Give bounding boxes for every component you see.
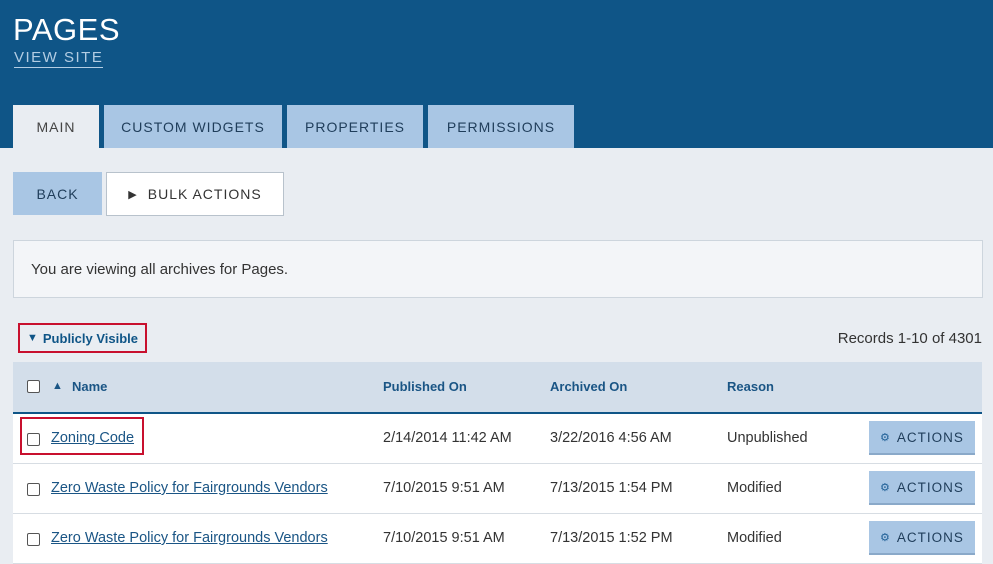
row-published-on: 7/10/2015 9:51 AM	[383, 480, 505, 496]
row-archived-on: 7/13/2015 1:54 PM	[550, 480, 673, 496]
row-actions-button[interactable]: ⚙ ACTIONS	[869, 471, 975, 505]
tab-main[interactable]: MAIN	[13, 105, 99, 148]
visibility-filter[interactable]: ▼ Publicly Visible	[18, 323, 148, 353]
column-published-on[interactable]: Published On	[383, 379, 467, 394]
row-archived-on: 3/22/2016 4:56 AM	[550, 430, 672, 446]
bulk-actions-button[interactable]: ▶ BULK ACTIONS	[106, 172, 284, 216]
tab-custom-widgets[interactable]: CUSTOM WIDGETS	[104, 105, 282, 148]
select-all-checkbox[interactable]	[27, 380, 40, 393]
bulk-actions-label: BULK ACTIONS	[147, 186, 262, 202]
actions-label: ACTIONS	[896, 529, 964, 545]
gear-icon: ⚙	[880, 481, 891, 494]
row-published-on: 7/10/2015 9:51 AM	[383, 530, 505, 546]
row-checkbox[interactable]	[27, 533, 40, 546]
actions-label: ACTIONS	[896, 429, 964, 445]
row-actions-button[interactable]: ⚙ ACTIONS	[869, 521, 975, 555]
table-row: Zoning Code 2/14/2014 11:42 AM 3/22/2016…	[13, 414, 982, 464]
column-archived-on[interactable]: Archived On	[550, 379, 627, 394]
row-name-link[interactable]: Zero Waste Policy for Fairgrounds Vendor…	[51, 530, 328, 546]
filter-label: Publicly Visible	[42, 330, 139, 346]
column-name[interactable]: Name	[72, 379, 107, 394]
table-row: Zero Waste Policy for Fairgrounds Vendor…	[13, 464, 982, 514]
table-header: ▲ Name Published On Archived On Reason	[13, 362, 982, 414]
gear-icon: ⚙	[880, 531, 891, 544]
tab-permissions[interactable]: PERMISSIONS	[428, 105, 574, 148]
page-header: PAGES VIEW SITE MAIN CUSTOM WIDGETS PROP…	[0, 0, 993, 148]
records-count: Records 1-10 of 4301	[837, 330, 982, 347]
row-reason: Modified	[727, 480, 782, 496]
tab-properties[interactable]: PROPERTIES	[287, 105, 423, 148]
row-name-link[interactable]: Zoning Code	[51, 430, 134, 446]
row-reason: Unpublished	[727, 430, 808, 446]
play-icon: ▶	[128, 188, 138, 201]
back-button[interactable]: BACK	[13, 172, 102, 215]
gear-icon: ⚙	[880, 431, 891, 444]
notice-text: You are viewing all archives for Pages.	[31, 260, 289, 278]
row-name-link[interactable]: Zero Waste Policy for Fairgrounds Vendor…	[51, 480, 328, 496]
page-title: PAGES	[13, 12, 121, 47]
row-checkbox[interactable]	[27, 433, 40, 446]
view-site-link[interactable]: VIEW SITE	[14, 49, 104, 68]
sort-asc-icon[interactable]: ▲	[52, 380, 63, 392]
row-actions-button[interactable]: ⚙ ACTIONS	[869, 421, 975, 455]
row-reason: Modified	[727, 530, 782, 546]
actions-label: ACTIONS	[896, 479, 964, 495]
row-checkbox[interactable]	[27, 483, 40, 496]
table-row: Zero Waste Policy for Fairgrounds Vendor…	[13, 514, 982, 564]
row-archived-on: 7/13/2015 1:52 PM	[550, 530, 673, 546]
column-reason[interactable]: Reason	[727, 379, 774, 394]
caret-down-icon: ▼	[27, 332, 38, 344]
archive-notice: You are viewing all archives for Pages.	[13, 240, 983, 298]
archives-table: ▲ Name Published On Archived On Reason Z…	[13, 362, 982, 564]
row-published-on: 2/14/2014 11:42 AM	[383, 430, 512, 446]
